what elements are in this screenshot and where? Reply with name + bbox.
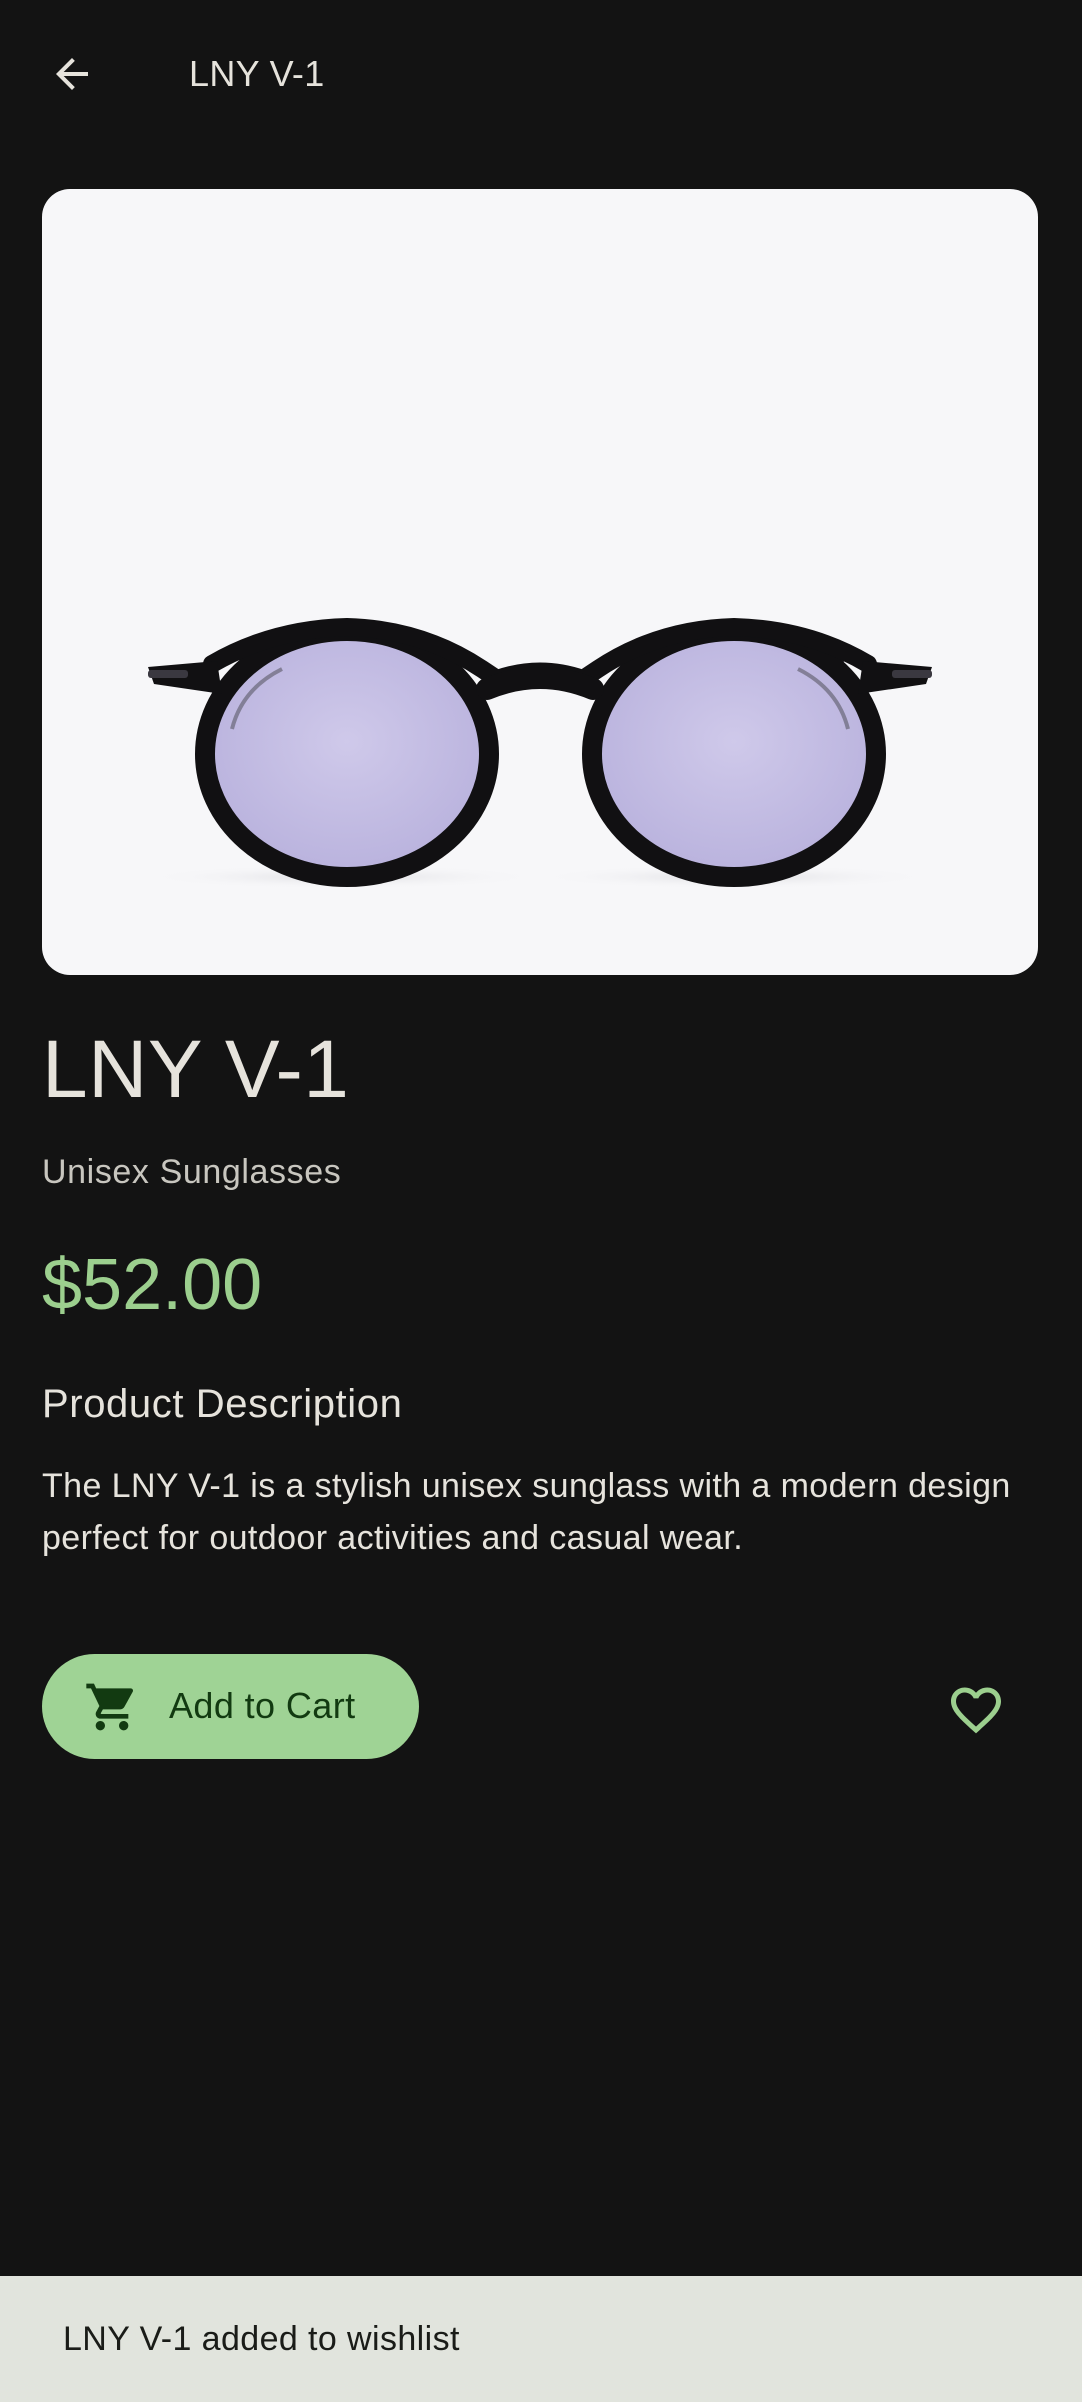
snackbar: LNY V-1 added to wishlist bbox=[0, 2276, 1082, 2402]
description-heading: Product Description bbox=[42, 1382, 403, 1426]
product-detail-screen: LNY V-1 LNY V-1 Unisex Sunglasses $52.00… bbox=[0, 0, 1082, 2402]
sunglasses-image bbox=[142, 617, 934, 889]
add-to-cart-button[interactable]: Add to Cart bbox=[42, 1654, 419, 1759]
snackbar-message: LNY V-1 added to wishlist bbox=[63, 2320, 460, 2358]
add-to-cart-label: Add to Cart bbox=[169, 1685, 356, 1726]
top-app-bar: LNY V-1 bbox=[0, 0, 1082, 148]
description-text: The LNY V-1 is a stylish unisex sunglass… bbox=[42, 1467, 1011, 1557]
product-subtitle: Unisex Sunglasses bbox=[42, 1153, 342, 1191]
product-title: LNY V-1 bbox=[42, 1024, 350, 1115]
heart-outline-icon bbox=[951, 1687, 1001, 1734]
wishlist-button[interactable] bbox=[936, 1670, 1016, 1750]
appbar-title: LNY V-1 bbox=[189, 53, 325, 94]
back-button[interactable] bbox=[36, 38, 108, 110]
product-image bbox=[42, 189, 1038, 975]
product-price: $52.00 bbox=[42, 1245, 263, 1325]
shopping-cart-icon bbox=[86, 1683, 134, 1731]
arrow-back-icon bbox=[56, 58, 88, 90]
